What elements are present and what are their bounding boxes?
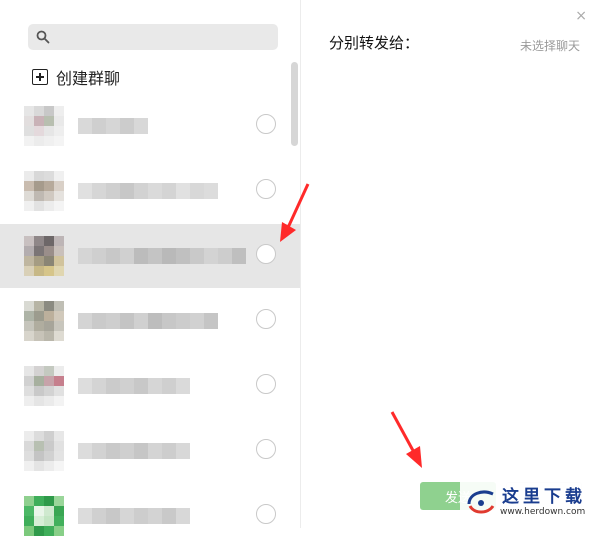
selected-panel: × 分别转发给： 未选择聊天 发送 [301, 0, 600, 528]
search-input[interactable] [28, 24, 278, 50]
select-radio[interactable] [256, 244, 276, 264]
plus-icon [32, 69, 48, 85]
watermark: 这里下载 www.herdown.com [460, 478, 600, 528]
select-radio[interactable] [256, 179, 276, 199]
contact-row[interactable] [0, 484, 300, 548]
contact-row[interactable] [0, 354, 300, 418]
contact-row[interactable] [0, 159, 300, 223]
avatar [24, 431, 64, 471]
select-radio[interactable] [256, 439, 276, 459]
contact-name [78, 378, 190, 394]
select-radio[interactable] [256, 504, 276, 524]
create-group-button[interactable]: 创建群聊 [32, 66, 120, 88]
contact-row[interactable] [0, 224, 300, 288]
contact-name [78, 313, 218, 329]
herdown-logo-icon [467, 490, 495, 514]
avatar [24, 301, 64, 341]
select-radio[interactable] [256, 309, 276, 329]
contact-name [78, 118, 148, 134]
contact-name [78, 508, 190, 524]
avatar [24, 171, 64, 211]
contact-name [78, 248, 246, 264]
selection-status: 未选择聊天 [519, 39, 580, 53]
avatar [24, 106, 64, 146]
contact-name [78, 183, 218, 199]
avatar [24, 496, 64, 536]
scrollbar[interactable] [291, 62, 298, 146]
create-group-label: 创建群聊 [56, 69, 121, 88]
forward-title: 分别转发给： [329, 34, 420, 52]
close-icon[interactable]: × [575, 8, 587, 24]
forward-dialog: 创建群聊 × 分别转发给： 未选择聊天 发送 这里下载 www.herdown.… [0, 0, 600, 536]
contact-panel: 创建群聊 [0, 0, 301, 536]
watermark-url: www.herdown.com [500, 507, 586, 517]
search-icon [36, 30, 50, 44]
avatar [24, 366, 64, 406]
contact-row[interactable] [0, 289, 300, 353]
avatar [24, 236, 64, 276]
contact-row[interactable] [0, 419, 300, 483]
select-radio[interactable] [256, 114, 276, 134]
contact-name [78, 443, 190, 459]
select-radio[interactable] [256, 374, 276, 394]
annotation-arrow-icon [390, 411, 422, 468]
annotation-arrow-icon [280, 183, 310, 242]
contact-row[interactable] [0, 94, 300, 158]
watermark-text: 这里下载 [502, 487, 586, 507]
